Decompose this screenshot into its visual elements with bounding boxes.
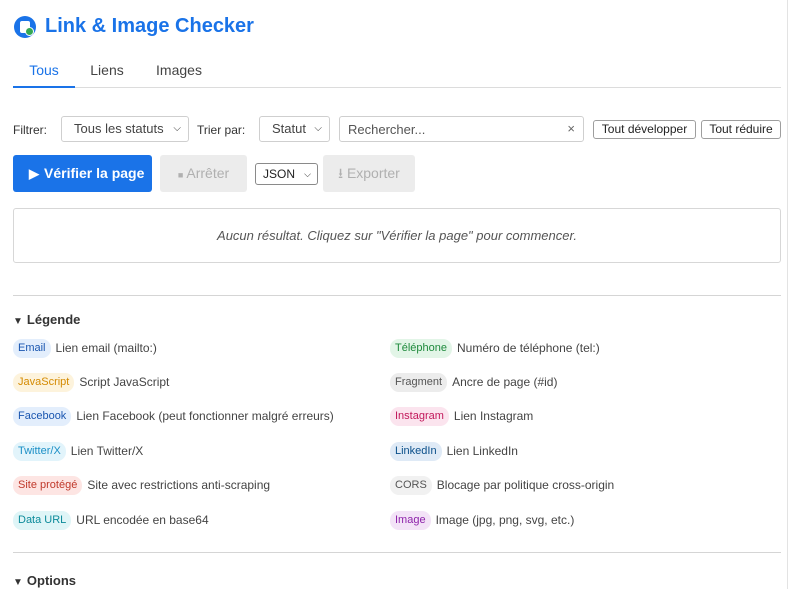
stop-icon: ■ bbox=[177, 170, 184, 180]
legend-badge: Fragment bbox=[390, 372, 448, 392]
tab-liens[interactable]: Liens bbox=[83, 56, 131, 86]
stop-label: Arrêter bbox=[186, 165, 230, 181]
legend-badge: Téléphone bbox=[390, 338, 452, 358]
app-header: Link & Image Checker bbox=[14, 15, 254, 38]
triangle-down-icon: ▼ bbox=[13, 577, 23, 588]
window-edge bbox=[787, 0, 788, 589]
play-icon: ▶ bbox=[29, 166, 39, 181]
legend-desc: Script JavaScript bbox=[79, 375, 170, 389]
export-format-select[interactable]: JSON ⌵ bbox=[255, 163, 318, 185]
legend-desc: Lien LinkedIn bbox=[446, 444, 518, 458]
stop-button[interactable]: ■ Arrêter bbox=[160, 155, 247, 192]
legend-badge: Instagram bbox=[390, 406, 449, 426]
status-filter-value: Tous les statuts bbox=[74, 121, 164, 136]
legend-desc: Lien Facebook (peut fonctionner malgré e… bbox=[76, 409, 334, 423]
legend-desc: Lien Instagram bbox=[453, 409, 534, 423]
legend-badge: CORS bbox=[390, 475, 432, 495]
legend-badge: LinkedIn bbox=[390, 441, 442, 461]
legend-item: Data URL URL encodée en base64 bbox=[13, 510, 209, 530]
sort-label: Trier par: bbox=[197, 123, 246, 137]
divider bbox=[13, 552, 781, 553]
legend-item: Facebook Lien Facebook (peut fonctionner… bbox=[13, 406, 334, 426]
export-format-value: JSON bbox=[263, 167, 296, 181]
legend-desc: Ancre de page (#id) bbox=[452, 375, 558, 389]
legend-badge: Facebook bbox=[13, 406, 72, 426]
legend-desc: Numéro de téléphone (tel:) bbox=[457, 341, 600, 355]
legend-badge: Image bbox=[390, 510, 431, 530]
legend-badge: Email bbox=[13, 338, 51, 358]
options-toggle[interactable]: ▼ Options bbox=[13, 573, 76, 588]
export-button[interactable]: ⭳ Exporter bbox=[323, 155, 415, 192]
legend-desc: Site avec restrictions anti-scraping bbox=[87, 478, 271, 492]
filter-label: Filtrer: bbox=[13, 123, 47, 137]
legend-desc: Lien Twitter/X bbox=[70, 444, 144, 458]
legend-item: Image Image (jpg, png, svg, etc.) bbox=[390, 510, 574, 530]
legend-badge: JavaScript bbox=[13, 372, 75, 392]
legend-desc: Image (jpg, png, svg, etc.) bbox=[435, 513, 575, 527]
legend-desc: Blocage par politique cross-origin bbox=[436, 478, 615, 492]
legend-item: Instagram Lien Instagram bbox=[390, 406, 533, 426]
legend-item: LinkedIn Lien LinkedIn bbox=[390, 441, 518, 461]
chevron-down-icon: ⌵ bbox=[173, 123, 181, 134]
chevron-down-icon: ⌵ bbox=[314, 123, 322, 134]
legend-item: JavaScript Script JavaScript bbox=[13, 372, 169, 392]
legend-badge: Data URL bbox=[13, 510, 72, 530]
legend-desc: Lien email (mailto:) bbox=[55, 341, 157, 355]
tab-tous[interactable]: Tous bbox=[13, 56, 75, 88]
tab-images[interactable]: Images bbox=[151, 56, 207, 86]
legend-toggle[interactable]: ▼ Légende bbox=[13, 312, 80, 327]
app-logo-icon bbox=[14, 15, 36, 38]
download-icon: ⭳ bbox=[338, 165, 344, 181]
app-title: Link & Image Checker bbox=[45, 15, 254, 37]
expand-all-button[interactable]: Tout développer bbox=[593, 120, 696, 139]
legend-item: CORS Blocage par politique cross-origin bbox=[390, 475, 614, 495]
sort-value: Statut bbox=[272, 121, 306, 136]
empty-results-message: Aucun résultat. Cliquez sur "Vérifier la… bbox=[217, 228, 577, 243]
filter-bar: Filtrer: Tous les statuts ⌵ Trier par: S… bbox=[0, 116, 790, 142]
search-placeholder: Rechercher... bbox=[348, 122, 426, 137]
sort-select[interactable]: Statut ⌵ bbox=[259, 116, 330, 142]
results-panel: Aucun résultat. Cliquez sur "Vérifier la… bbox=[13, 208, 781, 263]
clear-search-icon[interactable]: × bbox=[567, 121, 575, 136]
verify-page-button[interactable]: ▶ Vérifier la page bbox=[13, 155, 152, 192]
legend-badge: Site protégé bbox=[13, 475, 83, 495]
options-title: Options bbox=[26, 573, 77, 588]
verify-page-label: Vérifier la page bbox=[44, 165, 145, 181]
legend-item: Site protégé Site avec restrictions anti… bbox=[13, 475, 270, 495]
legend-item: Twitter/X Lien Twitter/X bbox=[13, 441, 143, 461]
triangle-down-icon: ▼ bbox=[13, 316, 23, 327]
collapse-all-button[interactable]: Tout réduire bbox=[701, 120, 781, 139]
legend-item: Téléphone Numéro de téléphone (tel:) bbox=[390, 338, 600, 358]
tab-bar: Tous Liens Images bbox=[13, 56, 781, 88]
legend-badge: Twitter/X bbox=[13, 441, 66, 461]
legend-item: Fragment Ancre de page (#id) bbox=[390, 372, 557, 392]
divider bbox=[13, 295, 781, 296]
legend-item: Email Lien email (mailto:) bbox=[13, 338, 157, 358]
legend-title: Légende bbox=[26, 312, 81, 327]
legend-desc: URL encodée en base64 bbox=[76, 513, 209, 527]
export-label: Exporter bbox=[346, 165, 400, 181]
action-bar: ▶ Vérifier la page ■ Arrêter JSON ⌵ ⭳ Exp… bbox=[0, 155, 790, 192]
search-input[interactable]: Rechercher... × bbox=[339, 116, 584, 142]
chevron-down-icon: ⌵ bbox=[304, 169, 311, 179]
status-filter-select[interactable]: Tous les statuts ⌵ bbox=[61, 116, 189, 142]
